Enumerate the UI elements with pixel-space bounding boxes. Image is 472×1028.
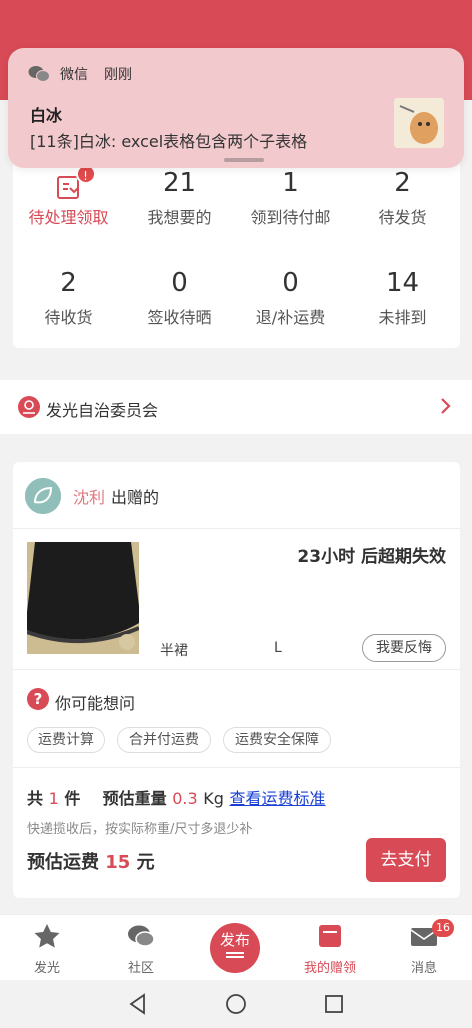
tab-glow[interactable]: 发光 [7,923,87,976]
faq-tag-merge-pay[interactable]: 合并付运费 [117,727,211,753]
giver-info: 沈利 出赠的 [25,478,159,514]
shipping-note: 快递揽收后，按实际称重/尺寸多退少补 [27,822,253,837]
stat-not-scheduled[interactable]: 14 未排到 [347,266,458,328]
giver-avatar[interactable] [25,478,61,514]
chevron-right-icon [441,398,451,414]
star-icon [34,924,60,948]
back-icon[interactable] [126,992,150,1016]
divider [13,669,460,670]
wechat-notification[interactable]: 微信 刚刚 白冰 [11条]白冰: excel表格包含两个子表格 [8,48,464,168]
home-icon[interactable] [224,992,248,1016]
regret-button[interactable]: 我要反悔 [362,634,446,662]
stat-label: 待收货 [44,308,93,327]
system-nav-bar [0,980,472,1028]
sender-avatar [394,98,444,148]
product-image[interactable] [27,542,139,654]
pay-button[interactable]: 去支付 [366,838,446,882]
shipping-standard-link[interactable]: 查看运费标准 [230,789,326,808]
notification-app-name: 微信 [60,67,88,83]
stat-to-review[interactable]: 0 签收待晒 [124,266,235,328]
weight-value: 0.3 [172,789,198,808]
stat-value: 21 [162,168,197,198]
giver-name[interactable]: 沈利 [73,484,105,508]
notification-message: [11条]白冰: excel表格包含两个子表格 [30,132,308,151]
stat-to-ship[interactable]: 2 待发货 [347,166,458,228]
committee-label: 发光自治委员会 [46,401,159,420]
publish-button[interactable]: 发布 [210,923,260,973]
stat-value: 0 [171,268,188,298]
weight-unit: Kg [203,789,224,808]
committee-row[interactable]: 发光自治委员会 [0,380,472,434]
giver-action: 出赠的 [111,488,160,507]
stat-value: 1 [282,168,299,198]
tab-my-gifts[interactable]: 我的赠领 [290,923,370,976]
stat-label: 待发货 [378,208,427,227]
faq-tag-shipping-guarantee[interactable]: 运费安全保障 [223,727,331,753]
tab-label: 发光 [33,961,60,976]
menu-lines-icon [226,952,244,958]
divider [13,767,460,768]
stat-value: 14 [385,268,420,298]
stat-value: 2 [394,168,411,198]
publish-label: 发布 [219,931,250,949]
bottom-tab-bar: 发光 社区 发布 我的赠领 16 消息 [0,914,472,980]
wechat-icon [28,66,50,82]
stat-to-receive[interactable]: 2 待收货 [13,266,124,328]
stat-label: 领到待付邮 [250,208,331,227]
product-size: L [274,640,282,656]
stat-claimed-pay-postage[interactable]: 1 领到待付邮 [235,166,346,228]
tab-messages[interactable]: 16 消息 [384,919,464,976]
order-summary: 共 1 件 预估重量 0.3 Kg 查看运费标准 [27,785,326,809]
stat-value: 2 [60,268,77,298]
tab-community[interactable]: 社区 [101,923,181,976]
product-name: 半裙 [160,643,188,659]
faq-title: 你可能想问 [55,694,136,713]
recents-icon[interactable] [322,992,346,1016]
order-stats-card: ! 待处理领取 21 我想要的 1 领到待付邮 2 待发货 2 待收货 0 签收… [13,140,460,348]
question-icon: ? [27,688,49,710]
tab-label: 消息 [410,961,437,976]
notification-time: 刚刚 [104,67,132,83]
gift-box-icon [319,925,341,947]
stat-label: 我想要的 [147,208,212,227]
committee-icon [18,396,40,418]
fee-unit: 元 [136,852,155,873]
item-count: 1 [48,789,59,808]
count-prefix: 共 [27,789,44,808]
fee-value: 15 [105,852,131,873]
stat-label: 签收待晒 [147,308,212,327]
count-unit: 件 [64,789,81,808]
stat-label: 未排到 [378,308,427,327]
notification-sender: 白冰 [30,106,63,125]
estimated-fee: 预估运费 15 元 [27,848,155,874]
message-badge: 16 [432,919,454,937]
stat-label: 待处理领取 [28,208,109,227]
stat-label: 退/补运费 [255,308,326,327]
tab-label: 我的赠领 [303,961,356,976]
stat-refund-shipping[interactable]: 0 退/补运费 [235,266,346,328]
divider [13,528,460,529]
chat-bubbles-icon [128,925,155,947]
tab-label: 社区 [127,961,154,976]
notification-app: 微信 刚刚 [28,64,132,84]
notification-handle[interactable] [224,158,264,162]
fee-label: 预估运费 [27,852,99,873]
stat-value: 0 [282,268,299,298]
stat-pending-claim[interactable]: ! 待处理领取 [13,164,124,228]
stat-wanted[interactable]: 21 我想要的 [124,166,235,228]
pending-claim-icon: ! [56,164,96,200]
expire-text: 23小时 后超期失效 [297,547,446,567]
weight-label: 预估重量 [102,789,167,808]
faq-tag-shipping-calc[interactable]: 运费计算 [27,727,105,753]
order-card: 沈利 出赠的 23小时 后超期失效 半裙 L 我要反悔 ? 你可能想问 运费计算… [13,462,460,898]
